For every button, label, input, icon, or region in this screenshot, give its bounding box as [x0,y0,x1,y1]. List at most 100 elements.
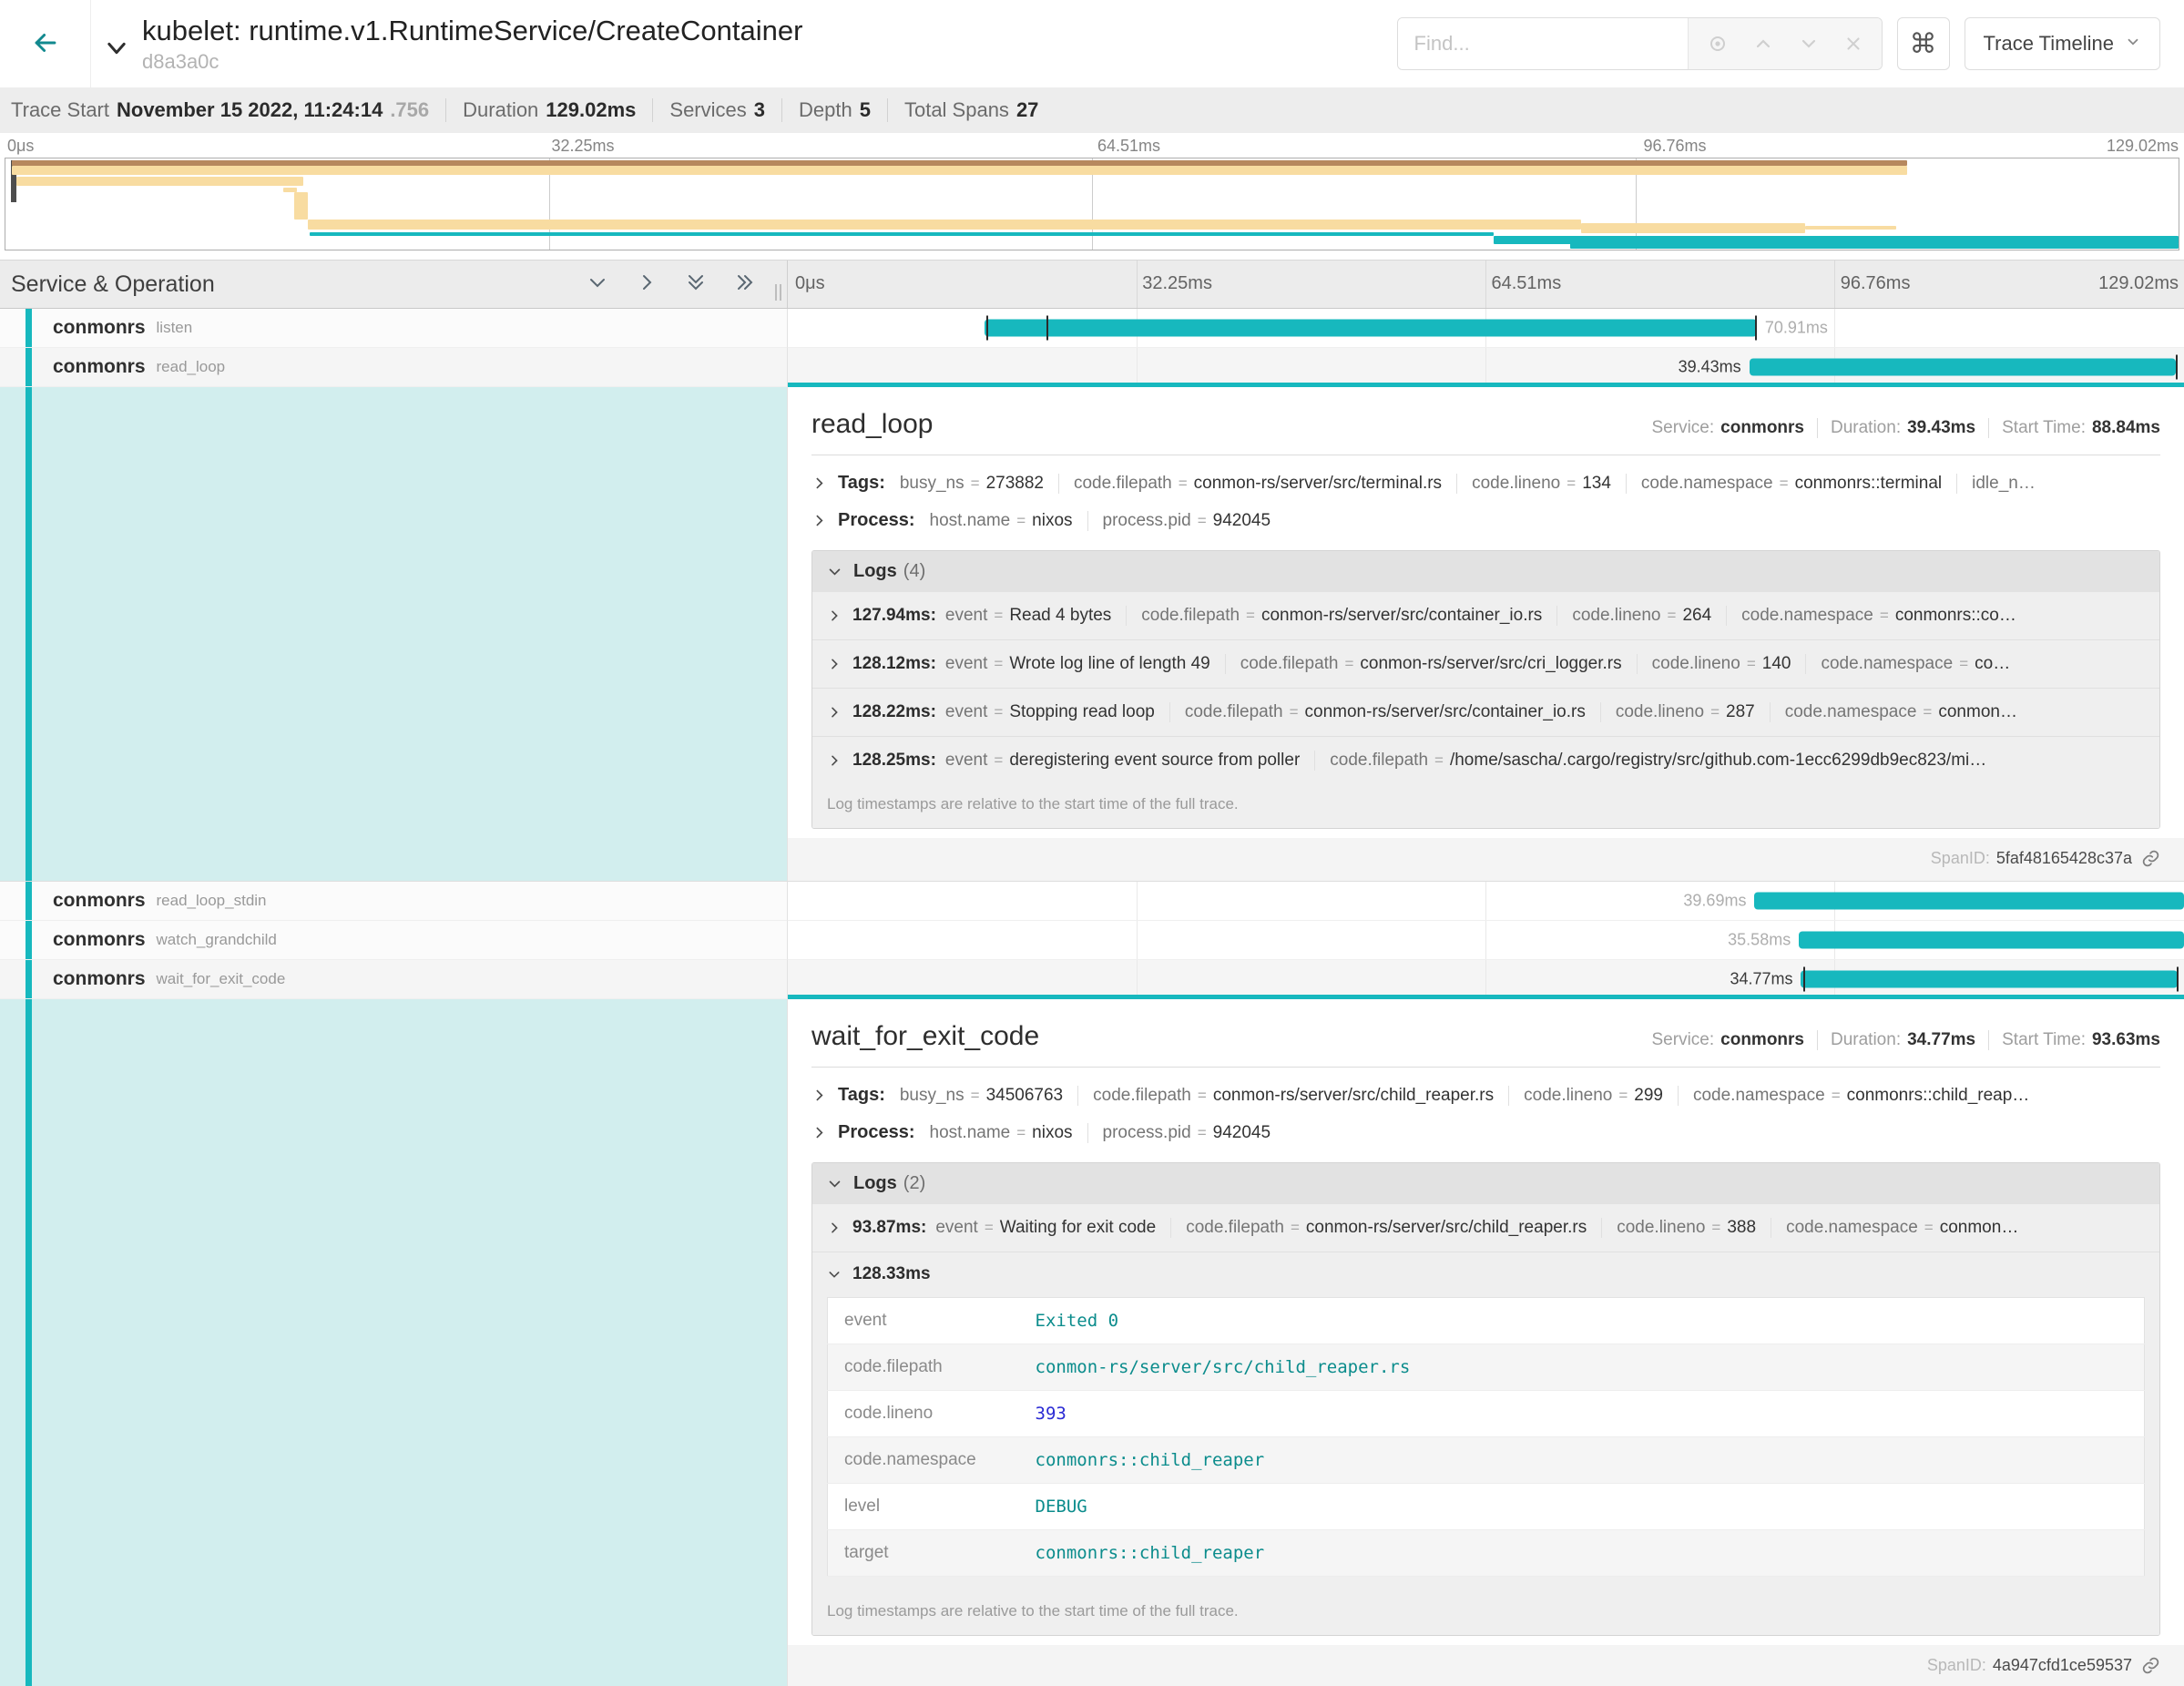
logs-section: Logs (2) 93.87ms: event=Waiting for exit… [811,1162,2160,1636]
span-row-read-loop-stdin[interactable]: conmonrs read_loop_stdin 39.69ms [0,882,2184,921]
chevron-right-icon [811,475,827,491]
log-entry-expanded: 128.33ms eventExited 0 code.filepathconm… [812,1252,2159,1591]
command-icon: ⌘ [1910,28,1937,60]
chevron-right-icon [811,1088,827,1103]
header-controls: ⌘ Trace Timeline [1397,17,2160,70]
logs-accordion[interactable]: Logs (4) [812,551,2159,592]
copy-link-icon[interactable] [2141,849,2160,868]
span-row-read-loop[interactable]: conmonrs read_loop 39.43ms [0,348,2184,387]
copy-link-icon[interactable] [2141,1656,2160,1675]
collapse-all-icon[interactable] [685,271,707,298]
span-detail-title: wait_for_exit_code [811,1021,1039,1052]
kv-chip: code.namespace=co… [1805,654,2025,674]
span-duration-bar[interactable] [1750,359,2176,376]
span-name-cell[interactable]: conmonrs listen [0,309,788,348]
span-timeline-cell[interactable]: 34.77ms [788,960,2184,999]
minimap-ruler: 0μs 32.25ms 64.51ms 96.76ms 129.02ms [0,133,2184,158]
chevron-right-icon [827,705,842,720]
span-service: conmonrs [53,356,146,378]
tags-accordion[interactable]: Tags: busy_ns=34506763code.filepath=conm… [811,1077,2160,1114]
span-duration-bar[interactable] [1754,893,2184,910]
find-bar [1397,17,1883,70]
view-selector-button[interactable]: Trace Timeline [1965,17,2160,70]
span-operation: listen [157,319,193,337]
log-marker-tick [1803,967,1805,992]
trace-title-block: kubelet: runtime.v1.RuntimeService/Creat… [104,14,1397,73]
span-row-listen[interactable]: conmonrs listen 70.91ms [0,309,2184,348]
summary-item: Trace StartNovember 15 2022, 11:24:14.75… [11,98,429,122]
next-match-icon[interactable] [1798,33,1820,55]
focus-match-icon[interactable] [1707,33,1729,55]
table-row: code.lineno393 [828,1391,2145,1437]
log-entry-toggle[interactable]: 128.33ms [827,1264,2145,1284]
log-entry[interactable]: 128.12ms: event=Wrote log line of length… [812,639,2159,688]
span-color-indicator [26,387,32,881]
span-operation: watch_grandchild [157,931,277,949]
span-duration-bar[interactable] [1799,932,2184,949]
span-duration-bar[interactable] [985,320,1757,337]
span-timeline-cell[interactable]: 39.43ms [788,348,2184,387]
expand-one-icon[interactable] [636,271,658,298]
log-entry[interactable]: 93.87ms: event=Waiting for exit codecode… [812,1204,2159,1252]
span-name-cell[interactable]: conmonrs read_loop_stdin [0,882,788,921]
kv-chip: code.namespace=conmonrs::child_reap… [1678,1086,2044,1106]
span-color-indicator [26,882,32,920]
minimap-span-bar [12,166,1907,175]
process-accordion[interactable]: Process: host.name=nixosprocess.pid=9420… [811,502,2160,539]
kv-chip: code.filepath=conmon-rs/server/src/termi… [1058,474,1456,494]
span-timeline-cell[interactable]: 70.91ms [788,309,2184,348]
detail-left-gutter [0,999,788,1686]
span-duration-label: 35.58ms [1720,931,1799,950]
summary-item: Services3 [669,98,765,122]
chevron-down-icon [827,564,842,579]
collapse-one-icon[interactable] [587,271,608,298]
keyboard-shortcuts-button[interactable]: ⌘ [1897,17,1950,70]
span-operation: wait_for_exit_code [157,970,286,988]
log-entry[interactable]: 128.25ms: event=deregistering event sour… [812,736,2159,784]
span-color-indicator [26,348,32,386]
span-row-wait-for-exit-code[interactable]: conmonrs wait_for_exit_code 34.77ms [0,960,2184,999]
chevron-down-icon[interactable] [104,36,129,66]
span-name-cell[interactable]: conmonrs read_loop [0,348,788,387]
span-row-watch-grandchild[interactable]: conmonrs watch_grandchild 35.58ms [0,921,2184,960]
log-fields-table: eventExited 0 code.filepathconmon-rs/ser… [827,1297,2145,1577]
clear-find-icon[interactable] [1843,34,1863,54]
logs-section: Logs (4) 127.94ms: event=Read 4 bytescod… [811,550,2160,829]
kv-chip: busy_ns=34506763 [900,1086,1077,1106]
span-timeline-cell[interactable]: 39.69ms [788,882,2184,921]
span-timeline-cell[interactable]: 35.58ms [788,921,2184,960]
kv-chip: process.pid=942045 [1087,511,1286,531]
kv-chip: code.lineno=388 [1601,1218,1771,1238]
find-input[interactable] [1398,18,1688,69]
service-operation-label: Service & Operation [11,271,587,298]
kv-chip: code.lineno=140 [1637,654,1806,674]
trace-minimap[interactable] [5,158,2179,250]
back-button[interactable] [0,0,91,87]
tags-accordion[interactable]: Tags: busy_ns=273882code.filepath=conmon… [811,465,2160,502]
column-resize-grip[interactable] [775,284,781,301]
process-accordion[interactable]: Process: host.name=nixosprocess.pid=9420… [811,1114,2160,1151]
span-name-cell[interactable]: conmonrs watch_grandchild [0,921,788,960]
log-entry[interactable]: 127.94ms: event=Read 4 bytescode.filepat… [812,592,2159,639]
chevron-right-icon [827,753,842,768]
prev-match-icon[interactable] [1752,33,1774,55]
timeline-table-header: Service & Operation 0μs 32.25ms 64.51ms … [0,260,2184,309]
span-duration-bar[interactable] [1801,971,2177,988]
logs-accordion[interactable]: Logs (2) [812,1163,2159,1204]
trace-summary-bar: Trace StartNovember 15 2022, 11:24:14.75… [0,87,2184,133]
jaeger-trace-view: kubelet: runtime.v1.RuntimeService/Creat… [0,0,2184,1686]
expand-all-icon[interactable] [734,271,756,298]
minimap-span-bar [310,232,1494,236]
kv-chip: code.lineno=287 [1600,702,1770,722]
span-detail-row-read-loop: read_loop Service:conmonrs Duration:39.4… [0,387,2184,882]
chevron-right-icon [811,1125,827,1140]
log-entry[interactable]: 128.22ms: event=Stopping read loopcode.f… [812,688,2159,736]
span-name-cell[interactable]: conmonrs wait_for_exit_code [0,960,788,999]
timeline-ruler: 0μs 32.25ms 64.51ms 96.76ms 129.02ms [788,261,2184,308]
kv-chip: code.filepath=conmon-rs/server/src/cri_l… [1225,654,1637,674]
minimap-span-bar [1570,243,2179,249]
log-marker-tick [986,316,988,341]
spanid-row: SpanID: 4a947cfd1ce59537 [788,1645,2184,1686]
span-operation: read_loop_stdin [157,892,267,910]
chevron-right-icon [827,657,842,671]
